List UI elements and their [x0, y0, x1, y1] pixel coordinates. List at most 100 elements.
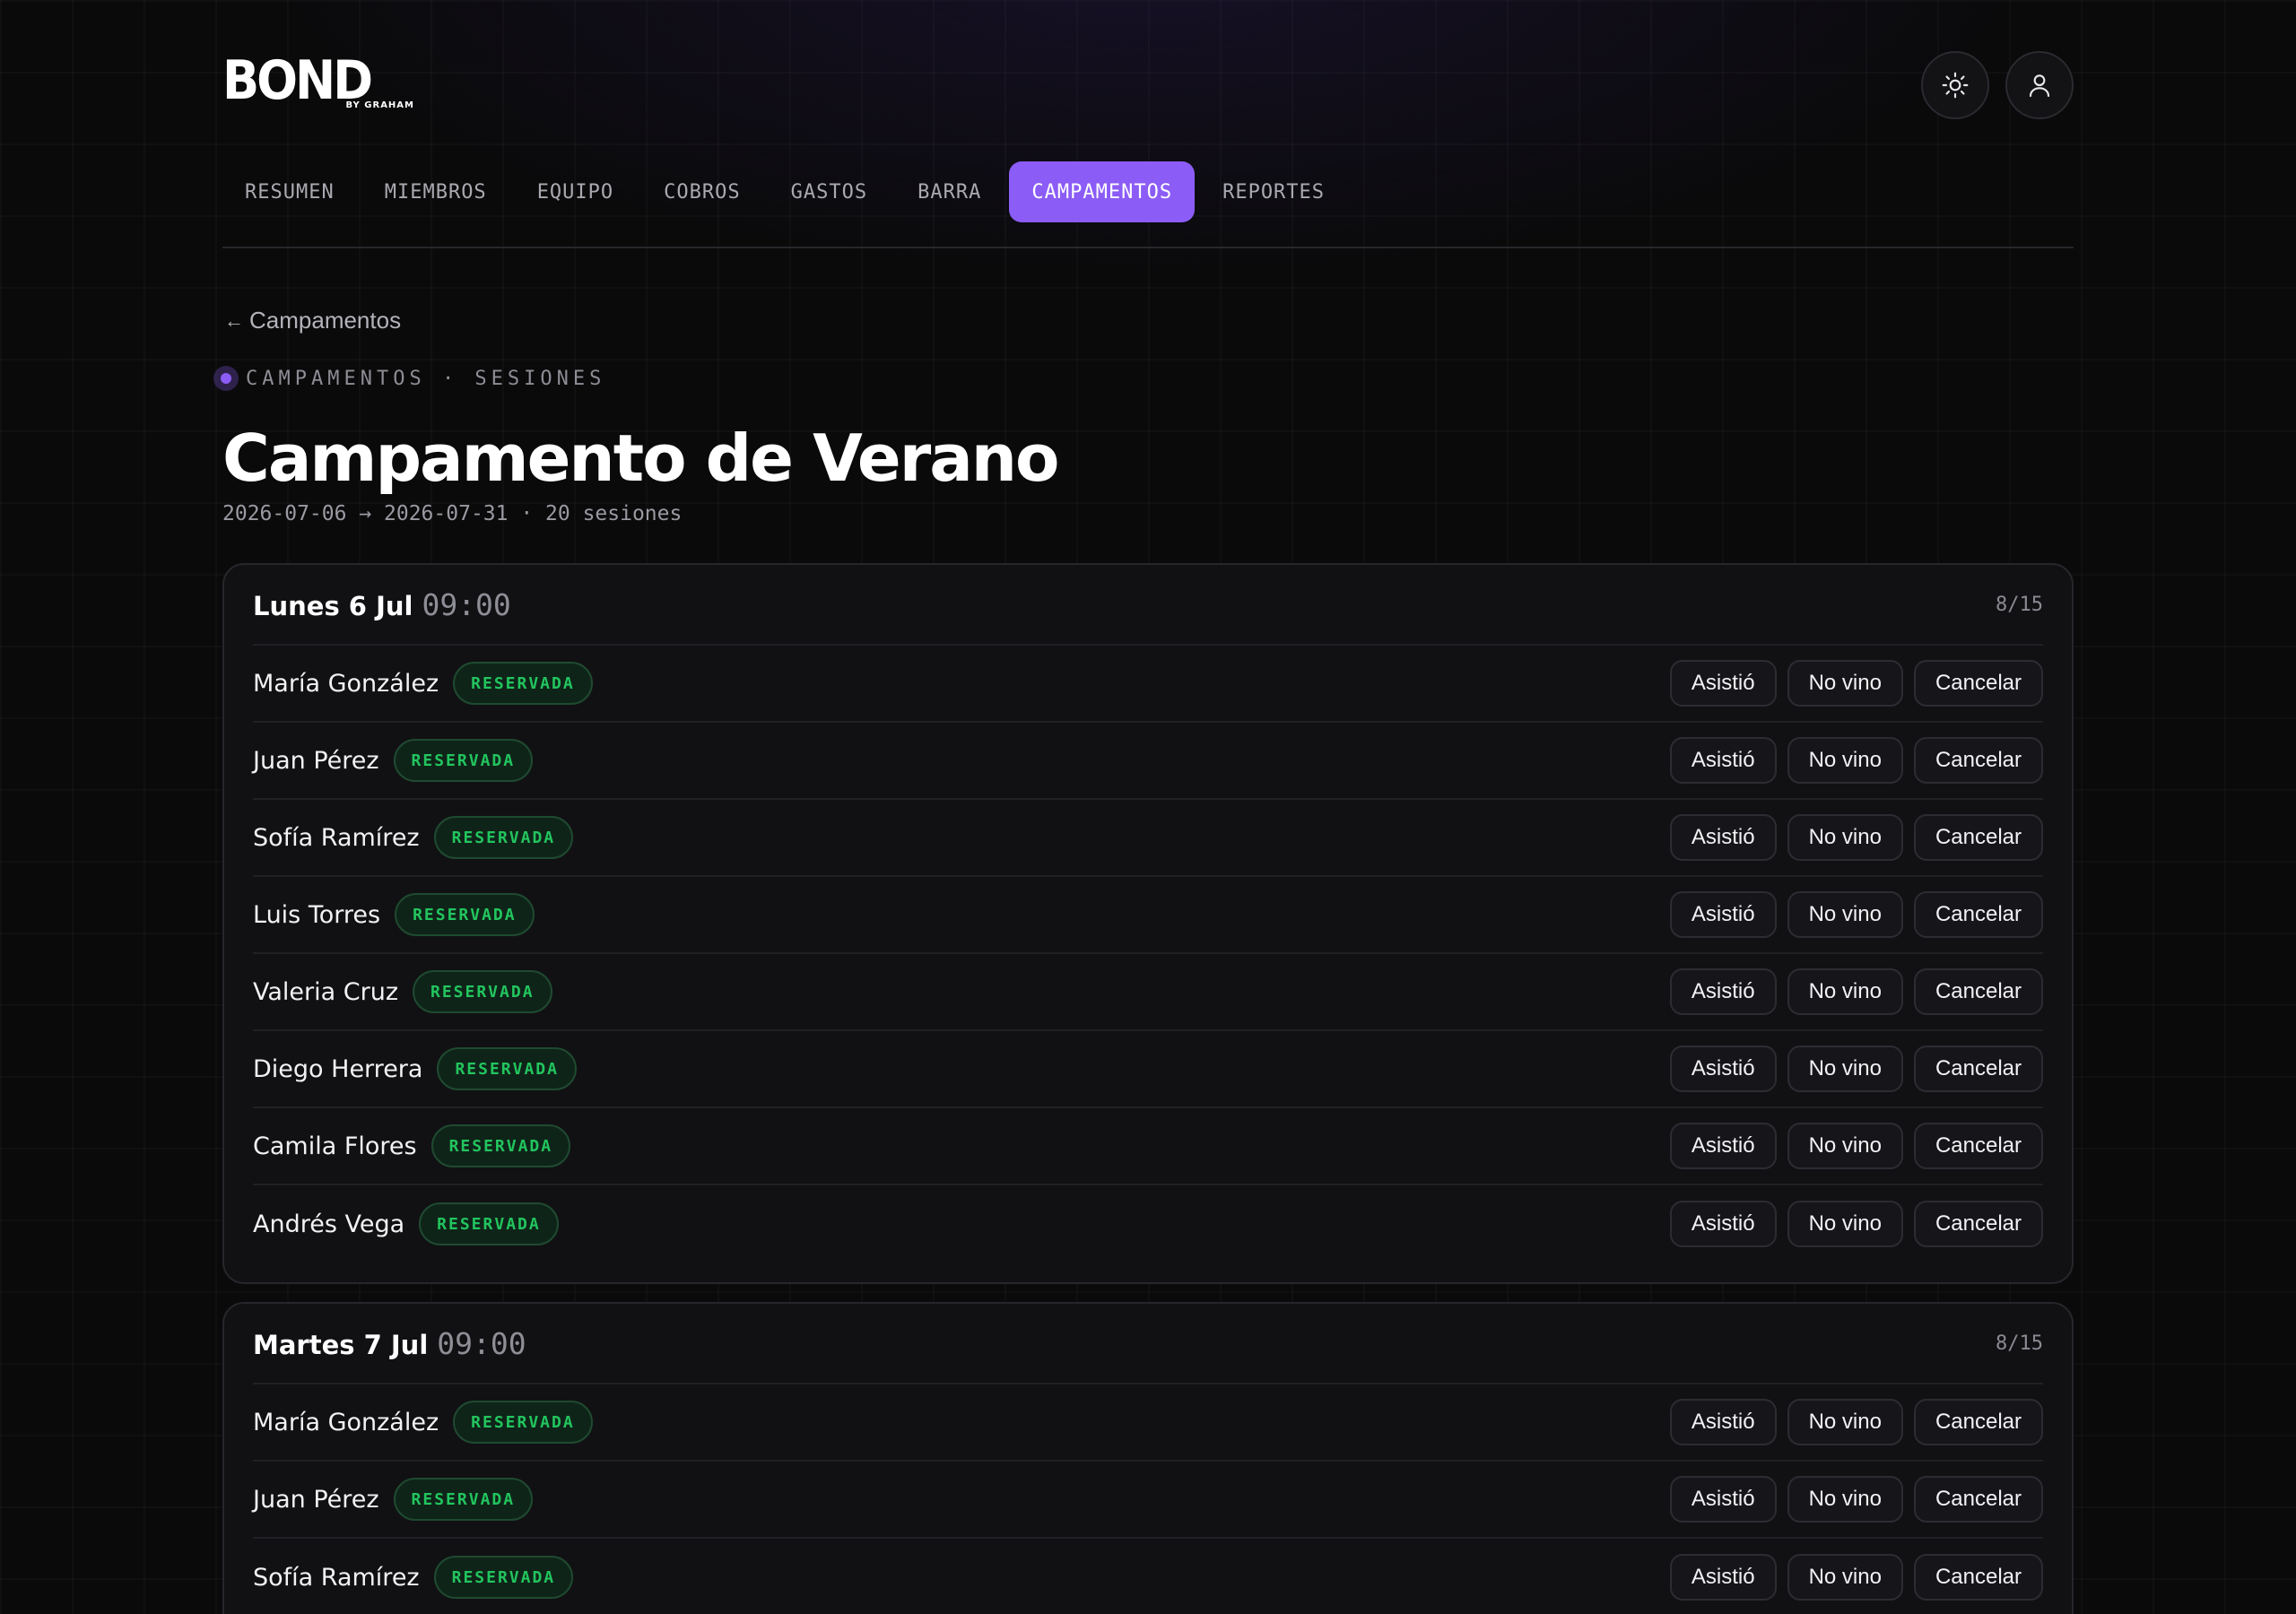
attendee-actions: Asistió No vino Cancelar	[1669, 891, 2043, 938]
attendee-info: Camila Flores RESERVADA	[253, 1124, 571, 1167]
attendee-actions: Asistió No vino Cancelar	[1669, 968, 2043, 1015]
member-name: Juan Pérez	[253, 746, 379, 775]
attended-button[interactable]: Asistió	[1669, 1476, 1777, 1523]
session-header: Lunes 6 Jul 09:00 8/15	[253, 565, 2043, 646]
no-show-button[interactable]: No vino	[1787, 968, 1903, 1015]
user-icon	[2029, 74, 2050, 98]
attendee-info: Sofía Ramírez RESERVADA	[253, 1556, 574, 1599]
no-show-button[interactable]: No vino	[1787, 1046, 1903, 1092]
cancel-button[interactable]: Cancelar	[1913, 1476, 2043, 1523]
attended-button[interactable]: Asistió	[1669, 1201, 1777, 1247]
no-show-button[interactable]: No vino	[1787, 814, 1903, 861]
theme-toggle-button[interactable]	[1921, 51, 1989, 119]
page-subtitle: 2026-07-06 → 2026-07-31 · 20 sesiones	[222, 502, 683, 525]
arrow-left-icon: ←	[224, 308, 244, 332]
attendee-row: Sofía Ramírez RESERVADA Asistió No vino Canc…	[253, 800, 2043, 877]
attendee-row: María González RESERVADA Asistió No vino Can…	[253, 646, 2043, 723]
tab-campamentos[interactable]: CAMPAMENTOS	[1009, 161, 1196, 222]
session-card: Martes 7 Jul 09:00 8/15 María González RESER…	[222, 1302, 2074, 1614]
cancel-button[interactable]: Cancelar	[1913, 660, 2043, 707]
session-heading: Lunes 6 Jul 09:00	[253, 587, 511, 622]
attended-button[interactable]: Asistió	[1669, 1123, 1777, 1169]
main-nav: RESUMEN MIEMBROS EQUIPO COBROS GASTOS BARRA CA…	[222, 161, 1352, 223]
status-badge: RESERVADA	[419, 1202, 559, 1245]
attended-button[interactable]: Asistió	[1669, 660, 1777, 707]
cancel-button[interactable]: Cancelar	[1913, 1201, 2043, 1247]
eyebrow-label: CAMPAMENTOS · SESIONES	[246, 367, 606, 390]
member-name: Sofía Ramírez	[253, 823, 420, 852]
tab-barra[interactable]: BARRA	[895, 161, 1004, 222]
attendee-info: Luis Torres RESERVADA	[253, 893, 535, 936]
attendee-row: Juan Pérez RESERVADA Asistió No vino Cancela…	[253, 1462, 2043, 1539]
status-badge: RESERVADA	[453, 662, 593, 705]
cancel-button[interactable]: Cancelar	[1913, 1399, 2043, 1445]
app-container: BOND BY GRAHAM RESUMEN MIEMBROS EQUIPO COBR…	[213, 0, 2074, 1614]
no-show-button[interactable]: No vino	[1787, 660, 1903, 707]
cancel-button[interactable]: Cancelar	[1913, 814, 2043, 861]
tab-cobros[interactable]: COBROS	[641, 161, 762, 222]
attendee-row: Sofía Ramírez RESERVADA Asistió No vino Canc…	[253, 1539, 2043, 1614]
status-badge: RESERVADA	[393, 739, 534, 782]
cancel-button[interactable]: Cancelar	[1913, 1123, 2043, 1169]
attended-button[interactable]: Asistió	[1669, 968, 1777, 1015]
user-menu-button[interactable]	[2005, 51, 2074, 119]
logo-subtitle: BY GRAHAM	[345, 100, 414, 110]
attendee-row: María González RESERVADA Asistió No vino Can…	[253, 1384, 2043, 1462]
tab-gastos[interactable]: GASTOS	[769, 161, 890, 222]
attended-button[interactable]: Asistió	[1669, 1554, 1777, 1601]
attended-button[interactable]: Asistió	[1669, 737, 1777, 784]
no-show-button[interactable]: No vino	[1787, 1554, 1903, 1601]
attended-button[interactable]: Asistió	[1669, 1046, 1777, 1092]
tab-reportes[interactable]: REPORTES	[1200, 161, 1347, 222]
session-day: Lunes 6 Jul	[253, 590, 413, 621]
tab-miembros[interactable]: MIEMBROS	[362, 161, 509, 222]
member-name: María González	[253, 1408, 439, 1436]
member-name: Luis Torres	[253, 900, 381, 929]
attendee-actions: Asistió No vino Cancelar	[1669, 1201, 2043, 1247]
attendee-info: Sofía Ramírez RESERVADA	[253, 816, 574, 859]
dot-icon	[213, 366, 239, 391]
nav-divider	[222, 247, 2074, 248]
status-badge: RESERVADA	[430, 1124, 571, 1167]
cancel-button[interactable]: Cancelar	[1913, 737, 2043, 784]
cancel-button[interactable]: Cancelar	[1913, 1554, 2043, 1601]
eyebrow: CAMPAMENTOS · SESIONES	[213, 366, 605, 391]
attendee-info: Diego Herrera RESERVADA	[253, 1047, 577, 1090]
attended-button[interactable]: Asistió	[1669, 1399, 1777, 1445]
status-badge: RESERVADA	[437, 1047, 577, 1090]
member-name: Diego Herrera	[253, 1054, 423, 1083]
status-badge: RESERVADA	[433, 1556, 574, 1599]
session-card: Lunes 6 Jul 09:00 8/15 María González RESERV…	[222, 563, 2074, 1284]
cancel-button[interactable]: Cancelar	[1913, 968, 2043, 1015]
no-show-button[interactable]: No vino	[1787, 1201, 1903, 1247]
attendee-actions: Asistió No vino Cancelar	[1669, 814, 2043, 861]
status-badge: RESERVADA	[453, 1401, 593, 1444]
no-show-button[interactable]: No vino	[1787, 737, 1903, 784]
no-show-button[interactable]: No vino	[1787, 891, 1903, 938]
tab-resumen[interactable]: RESUMEN	[222, 161, 357, 222]
session-capacity: 8/15	[1996, 593, 2043, 616]
no-show-button[interactable]: No vino	[1787, 1123, 1903, 1169]
tab-equipo[interactable]: EQUIPO	[515, 161, 636, 222]
no-show-button[interactable]: No vino	[1787, 1476, 1903, 1523]
status-badge: RESERVADA	[395, 893, 535, 936]
attendee-row: Juan Pérez RESERVADA Asistió No vino Cancela…	[253, 723, 2043, 800]
attendee-info: María González RESERVADA	[253, 1401, 593, 1444]
session-day: Martes 7 Jul	[253, 1329, 429, 1360]
attendee-row: Camila Flores RESERVADA Asistió No vino Canc…	[253, 1108, 2043, 1185]
attended-button[interactable]: Asistió	[1669, 814, 1777, 861]
attendee-info: Juan Pérez RESERVADA	[253, 739, 534, 782]
member-name: Valeria Cruz	[253, 977, 398, 1006]
member-name: Camila Flores	[253, 1132, 417, 1160]
member-name: Sofía Ramírez	[253, 1563, 420, 1592]
bond-logo[interactable]: BOND BY GRAHAM	[222, 52, 420, 115]
cancel-button[interactable]: Cancelar	[1913, 891, 2043, 938]
cancel-button[interactable]: Cancelar	[1913, 1046, 2043, 1092]
sessions-list: Lunes 6 Jul 09:00 8/15 María González RESERV…	[222, 563, 2074, 1614]
attended-button[interactable]: Asistió	[1669, 891, 1777, 938]
attendee-info: Juan Pérez RESERVADA	[253, 1478, 534, 1521]
no-show-button[interactable]: No vino	[1787, 1399, 1903, 1445]
page-title: Campamento de Verano	[222, 421, 1060, 496]
back-link[interactable]: ← Campamentos	[224, 307, 401, 334]
back-link-label: Campamentos	[249, 307, 402, 334]
